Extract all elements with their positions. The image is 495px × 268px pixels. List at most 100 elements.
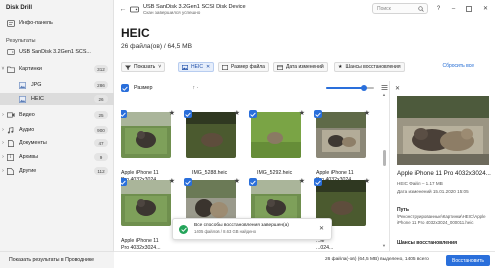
sort-label[interactable]: Размер [134, 85, 153, 91]
recover-button[interactable]: Восстановить [446, 255, 490, 266]
tile-checkbox[interactable] [314, 110, 322, 118]
maximize-icon[interactable] [464, 4, 473, 13]
recovery-chance-star-icon: ★ [168, 178, 175, 185]
preview-file-name: Apple iPhone 11 Pro 4032x3024... [397, 170, 491, 177]
tile-checkbox[interactable] [249, 178, 257, 186]
preview-path-value: \Реконструированные\Картинки\HEIC\Apple … [397, 214, 486, 225]
success-check-icon [179, 224, 188, 234]
close-window-icon[interactable]: ✕ [481, 4, 490, 13]
sidebar-item-другие[interactable]: › Другие 112 [0, 165, 114, 177]
sidebar-item-label: Архивы [19, 154, 38, 160]
preview-file-type-size: HEIC Файл – 1.17 MB [397, 181, 443, 186]
file-name: IMG_5292.heic [257, 170, 293, 176]
tile-checkbox[interactable] [314, 178, 322, 186]
recovery-chance-star-icon: ★ [233, 110, 240, 117]
file-tile[interactable]: ★Apple iPhone 11Pro 4032x3024... [121, 178, 175, 250]
sidebar-item-count: 26 [94, 95, 108, 103]
file-size-filter-chip[interactable]: Размер файла [218, 62, 269, 72]
app-title: Disk Drill [6, 5, 33, 11]
back-arrow-icon[interactable]: ← [116, 6, 130, 13]
page-title: HEIC [121, 26, 150, 40]
drive-icon [6, 49, 15, 56]
sidebar-item-label: Инфо-панель [19, 20, 53, 26]
sidebar-item-jpg[interactable]: JPG 286 [0, 79, 114, 91]
toast-close-icon[interactable]: ✕ [319, 225, 324, 232]
thumbnail-size-slider[interactable] [326, 85, 374, 91]
slider-fill [326, 87, 364, 89]
search-placeholder: Поиск [377, 5, 391, 12]
file-tile[interactable]: ★Apple iPhone 11Pro 4032x3024... [314, 110, 370, 184]
tile-checkbox[interactable] [184, 110, 192, 118]
sidebar-item-usb-sandisk-3-2gen1-scs[interactable]: USB SanDisk 3.2Gen1 SCS... [0, 46, 114, 58]
show-filter-dropdown[interactable]: Показать ˅ [121, 62, 166, 72]
sidebar: Disk Drill Инфо-панель Результаты USB Sa… [0, 0, 114, 268]
scan-status: Скан завершился успешно [143, 10, 201, 16]
heic-filter-chip[interactable]: HEIC ✕ [178, 62, 215, 72]
sidebar-item-label: USB SanDisk 3.2Gen1 SCS... [19, 49, 91, 55]
sidebar-item-label: Аудио [19, 127, 35, 133]
usb-drive-icon [130, 5, 139, 14]
star-icon: ★ [338, 64, 343, 70]
tile-checkbox[interactable] [249, 110, 257, 118]
document-icon [6, 139, 15, 147]
tile-checkbox[interactable] [121, 110, 127, 118]
sidebar-item-info-panel[interactable]: Инфо-панель [0, 17, 114, 29]
sidebar-item-count: 25 [94, 111, 108, 119]
sidebar-item-документы[interactable]: › Документы 47 [0, 137, 114, 149]
recovery-chance-star-icon: ★ [363, 178, 370, 185]
reset-all-link[interactable]: Сбросить все [443, 63, 475, 69]
sidebar-item-архивы[interactable]: › Архивы 9 [0, 151, 114, 163]
sidebar-item-label: HEIC [31, 96, 44, 102]
sidebar-item-count: 312 [94, 65, 108, 73]
sidebar-item-count: 286 [94, 81, 108, 89]
recovery-chance-star-icon: ★ [298, 110, 305, 117]
recovery-chances-filter-chip[interactable]: ★ Шансы восстановления [334, 62, 405, 72]
close-preview-icon[interactable]: ✕ [395, 85, 400, 92]
sidebar-item-label: JPG [31, 82, 42, 88]
tile-checkbox[interactable] [121, 178, 127, 186]
file-thumbnail [121, 180, 171, 226]
file-tile[interactable]: ★ IMG_5288.heic [184, 110, 240, 184]
preview-image [397, 96, 489, 165]
preview-panel: ✕ Apple iPhone 11 Pro 4032x3024... HEIC … [389, 81, 495, 251]
date-filter-chip[interactable]: Дата изменений [273, 62, 328, 72]
search-input[interactable]: Поиск [372, 3, 428, 14]
sidebar-item-heic[interactable]: HEIC 26 [0, 93, 114, 105]
toast-subtitle: 1405 файлов / 8.63 GB найдено [194, 229, 257, 235]
page-subtitle: 26 файла(ов) / 64,5 MB [121, 43, 193, 50]
select-all-checkbox[interactable] [121, 84, 129, 92]
selection-status: 26 файла(-ов) (64,5 MB) выделено, 1405 в… [325, 257, 429, 262]
sort-direction-control[interactable]: ↑ · [193, 85, 199, 91]
date-filter-label: Дата изменений [286, 64, 324, 70]
chevron-down-icon: ˅ [158, 64, 162, 70]
sidebar-item-картинки[interactable]: ˅ Картинки 312 [0, 63, 114, 75]
recovery-chance-star-icon: ★ [233, 178, 240, 185]
sidebar-item-label: Документы [19, 140, 47, 146]
scroll-up-arrow-icon[interactable]: ▲ [382, 92, 386, 97]
show-in-explorer-button[interactable]: Показать результаты в Проводнике [0, 251, 114, 268]
show-filter-label: Показать [134, 64, 156, 70]
minimize-icon[interactable]: – [449, 4, 458, 13]
preview-modified-date: Дата изменений 15.01.2020 15:05 [397, 189, 469, 194]
grid-scrollbar[interactable] [383, 150, 386, 166]
archive-icon [6, 153, 15, 161]
recovery-complete-toast: Все способы восстановления завершен(а) 1… [172, 218, 332, 240]
sidebar-item-label: Картинки [19, 66, 42, 72]
image-file-icon [18, 81, 27, 89]
file-tile[interactable]: ★Apple iPhone 11Pro 4032x3024... [121, 110, 175, 184]
sidebar-item-аудио[interactable]: › Аудио 900 [0, 124, 114, 136]
scroll-down-arrow-icon[interactable]: ▼ [382, 243, 386, 248]
sidebar-item-count: 9 [94, 153, 108, 161]
preview-recovery-chances-label: Шансы восстановления [397, 240, 458, 246]
help-icon[interactable]: ? [434, 4, 443, 13]
search-icon [418, 6, 424, 14]
slider-knob[interactable] [361, 85, 367, 91]
tile-checkbox[interactable] [184, 178, 192, 186]
info-panel-icon [6, 19, 15, 27]
sidebar-item-видео[interactable]: › Видео 25 [0, 109, 114, 121]
filter-icon [125, 65, 131, 70]
remove-filter-icon[interactable]: ✕ [206, 64, 210, 70]
file-size-icon [222, 64, 228, 70]
file-tile[interactable]: ★ IMG_5292.heic [249, 110, 305, 184]
recovery-chance-star-icon: ★ [168, 110, 175, 117]
